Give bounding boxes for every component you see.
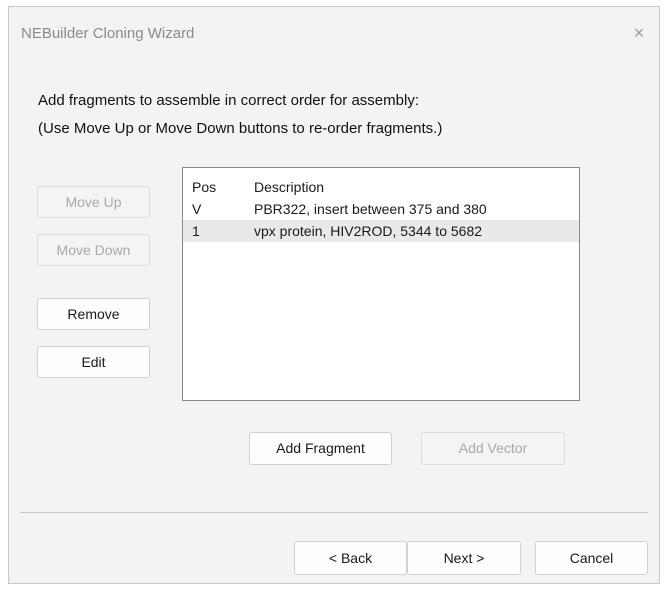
remove-button[interactable]: Remove <box>37 298 150 330</box>
fragment-list[interactable]: Pos Description V PBR322, insert between… <box>182 167 580 401</box>
instruction-line-1: Add fragments to assemble in correct ord… <box>38 92 419 109</box>
next-button[interactable]: Next > <box>407 541 521 575</box>
item-pos: 1 <box>192 223 200 239</box>
item-pos: V <box>192 201 202 217</box>
divider <box>20 512 648 513</box>
item-description: vpx protein, HIV2ROD, 5344 to 5682 <box>254 223 483 239</box>
back-button[interactable]: < Back <box>294 541 407 575</box>
header-description: Description <box>254 179 325 195</box>
edit-button[interactable]: Edit <box>37 346 150 378</box>
list-header: Pos Description <box>183 176 579 198</box>
cancel-button[interactable]: Cancel <box>535 541 648 575</box>
window-title: NEBuilder Cloning Wizard <box>21 25 195 42</box>
add-fragment-button[interactable]: Add Fragment <box>249 432 392 465</box>
instruction-line-2: (Use Move Up or Move Down buttons to re-… <box>38 120 443 137</box>
list-item[interactable]: 1 vpx protein, HIV2ROD, 5344 to 5682 <box>183 220 579 242</box>
title-bar: NEBuilder Cloning Wizard × <box>9 7 659 59</box>
move-up-button[interactable]: Move Up <box>37 186 150 218</box>
list-item[interactable]: V PBR322, insert between 375 and 380 <box>183 198 579 220</box>
header-pos: Pos <box>192 179 217 195</box>
move-down-button[interactable]: Move Down <box>37 234 150 266</box>
close-icon[interactable]: × <box>629 23 649 43</box>
item-description: PBR322, insert between 375 and 380 <box>254 201 487 217</box>
add-vector-button[interactable]: Add Vector <box>421 432 565 465</box>
